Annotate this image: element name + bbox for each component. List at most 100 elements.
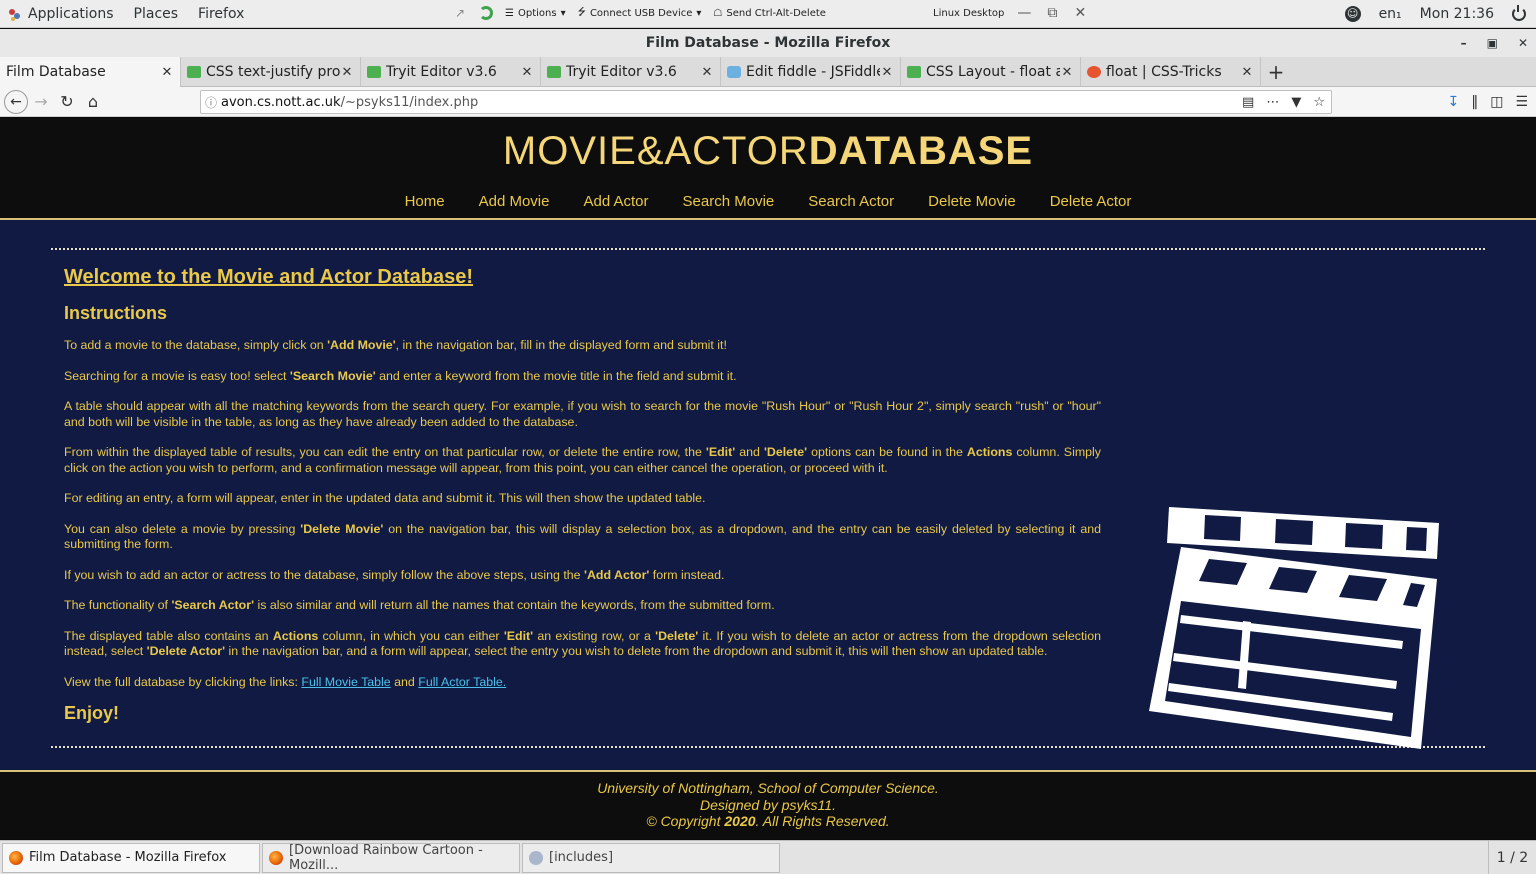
tab-label: Tryit Editor v3.6	[386, 64, 497, 80]
close-icon[interactable]: ✕	[700, 65, 714, 80]
logo-thin-text: MOVIE&ACTOR	[502, 128, 809, 173]
taskbar-item-film-database[interactable]: Film Database - Mozilla Firefox	[2, 842, 260, 873]
taskbar-label: [Download Rainbow Cartoon - Mozill...	[289, 842, 483, 873]
menu-icon: ☰	[505, 7, 514, 19]
vnc-options-label: Options	[517, 7, 557, 19]
close-icon[interactable]: ✕	[880, 65, 894, 80]
sidebar-icon[interactable]: ◫	[1490, 94, 1503, 110]
applications-menu[interactable]: Applications	[0, 0, 126, 28]
taskbar-label: [includes]	[549, 850, 614, 865]
network-icon: ☖	[713, 7, 723, 19]
bookmark-star-icon[interactable]: ☆	[1313, 95, 1325, 110]
vnc-usb-button[interactable]: ⭍ Connect USB Device ▾	[578, 5, 702, 22]
close-icon[interactable]: ✕	[1518, 36, 1528, 50]
close-icon[interactable]: ✕	[160, 65, 174, 80]
w3schools-icon	[367, 66, 381, 78]
paragraph-full-tables: View the full database by clicking the l…	[64, 674, 507, 689]
nav-search-movie[interactable]: Search Movie	[666, 193, 792, 210]
refresh-icon[interactable]	[479, 6, 493, 20]
full-movie-table-link[interactable]: Full Movie Table	[301, 675, 390, 689]
close-icon[interactable]: ✕	[1060, 65, 1074, 80]
w3schools-icon	[547, 66, 561, 78]
window-title: Film Database - Mozilla Firefox	[645, 35, 891, 51]
tab-strip: Film Database ✕ CSS text-justify propert…	[0, 57, 1536, 87]
tab-label: Edit fiddle - JSFiddle	[746, 64, 880, 80]
nav-home[interactable]: Home	[388, 193, 462, 210]
close-icon[interactable]: ✕	[340, 65, 354, 80]
minimize-icon[interactable]: –	[1461, 36, 1467, 50]
restore-icon[interactable]: ⧉	[1044, 5, 1060, 21]
tab-tryit-editor-2[interactable]: Tryit Editor v3.6 ✕	[541, 57, 721, 87]
library-icon[interactable]: ‖	[1471, 94, 1478, 110]
tab-film-database[interactable]: Film Database ✕	[0, 57, 181, 87]
forward-button[interactable]: →	[28, 89, 54, 115]
firefox-menu[interactable]: Firefox	[190, 0, 256, 28]
hamburger-menu-icon[interactable]: ☰	[1515, 94, 1528, 110]
clapperboard-icon	[1149, 507, 1439, 749]
w3schools-icon	[907, 66, 921, 78]
close-icon[interactable]: ✕	[520, 65, 534, 80]
site-navigation: Home Add Movie Add Actor Search Movie Se…	[0, 184, 1536, 220]
paragraph-editing-form: For editing an entry, a form will appear…	[64, 491, 706, 505]
minimize-icon[interactable]: —	[1016, 5, 1032, 21]
places-menu[interactable]: Places	[126, 0, 191, 28]
info-icon[interactable]: ⓘ	[201, 94, 221, 111]
applications-label: Applications	[28, 5, 114, 22]
url-path: /~psyks11/index.php	[340, 94, 479, 110]
download-icon[interactable]: ↧	[1447, 94, 1459, 110]
new-tab-button[interactable]: +	[1261, 57, 1291, 87]
tab-css-tricks[interactable]: float | CSS-Tricks ✕	[1081, 57, 1261, 87]
places-label: Places	[133, 5, 179, 22]
web-page: MOVIE&ACTORDATABASE Home Add Movie Add A…	[0, 118, 1536, 839]
pocket-icon[interactable]: ▼	[1291, 95, 1301, 110]
keyboard-layout[interactable]: en₁	[1379, 6, 1402, 22]
vnc-send-cad-button[interactable]: ☖ Send Ctrl-Alt-Delete	[713, 8, 826, 19]
accessibility-icon[interactable]: ☺	[1344, 6, 1361, 22]
tab-css-layout-float[interactable]: CSS Layout - float and clear ✕	[901, 57, 1081, 87]
nav-delete-actor[interactable]: Delete Actor	[1033, 193, 1149, 210]
vnc-send-label: Send Ctrl-Alt-Delete	[726, 7, 826, 19]
tab-label: CSS text-justify property	[206, 64, 340, 80]
url-bar[interactable]: ⓘ avon.cs.nott.ac.uk/~psyks11/index.php …	[200, 90, 1332, 114]
full-actor-table-link[interactable]: Full Actor Table.	[418, 675, 506, 689]
window-title-bar: Film Database - Mozilla Firefox – ▣ ✕	[0, 29, 1536, 57]
back-button[interactable]: ←	[4, 89, 28, 114]
pin-icon[interactable]: ↗	[455, 7, 467, 19]
close-icon[interactable]: ✕	[1072, 5, 1088, 21]
taskbar-item-includes[interactable]: [includes]	[522, 842, 780, 873]
taskbar-item-rainbow-cartoon[interactable]: [Download Rainbow Cartoon - Mozill...	[262, 842, 520, 873]
tab-css-text-justify[interactable]: CSS text-justify property ✕	[181, 57, 361, 87]
nav-add-actor[interactable]: Add Actor	[566, 193, 665, 210]
site-logo[interactable]: MOVIE&ACTORDATABASE	[503, 129, 1033, 174]
navigation-toolbar: ← → ↻ ⌂ ⓘ avon.cs.nott.ac.uk/~psyks11/in…	[0, 87, 1536, 117]
nav-add-movie[interactable]: Add Movie	[462, 193, 567, 210]
power-icon[interactable]	[1512, 5, 1526, 21]
linux-desktop-label: Linux Desktop	[933, 7, 1005, 19]
close-icon[interactable]: ✕	[1240, 65, 1254, 80]
tab-jsfiddle[interactable]: Edit fiddle - JSFiddle ✕	[721, 57, 901, 87]
nav-search-actor[interactable]: Search Actor	[791, 193, 911, 210]
maximize-icon[interactable]: ▣	[1487, 36, 1498, 50]
arrow-left-icon: ←	[10, 93, 22, 110]
paragraph-delete-movie: You can also delete a movie by pressing …	[64, 521, 1102, 552]
home-button[interactable]: ⌂	[80, 89, 106, 115]
jsfiddle-icon	[727, 66, 741, 78]
site-footer: University of Nottingham, School of Comp…	[0, 770, 1536, 839]
linux-desktop-bar: Linux Desktop — ⧉ ✕	[933, 0, 1088, 26]
reload-icon: ↻	[60, 92, 74, 111]
firefox-label: Firefox	[198, 5, 245, 22]
clock[interactable]: Mon 21:36	[1420, 6, 1494, 22]
vnc-usb-label: Connect USB Device	[589, 7, 693, 19]
paragraph-search-movie: Searching for a movie is easy too! selec…	[64, 368, 737, 383]
workspace-pager[interactable]: 1 / 2	[1488, 841, 1536, 874]
tab-label: CSS Layout - float and clear	[926, 64, 1060, 80]
paragraph-add-actor: If you wish to add an actor or actress t…	[64, 567, 725, 582]
nav-delete-movie[interactable]: Delete Movie	[911, 193, 1033, 210]
reader-view-icon[interactable]: ▤	[1242, 95, 1254, 110]
paragraph-edit-delete: From within the displayed table of resul…	[64, 445, 1101, 475]
vnc-options-button[interactable]: ☰ Options ▾	[505, 8, 566, 19]
tab-tryit-editor-1[interactable]: Tryit Editor v3.6 ✕	[361, 57, 541, 87]
more-actions-icon[interactable]: ⋯	[1266, 95, 1279, 110]
reload-button[interactable]: ↻	[54, 89, 80, 115]
arrow-right-icon: →	[34, 92, 48, 111]
